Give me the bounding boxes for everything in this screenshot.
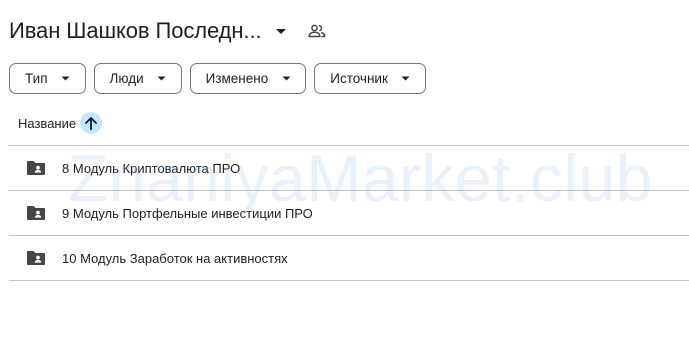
sort-button[interactable]	[80, 112, 103, 134]
list-item-label: 8 Модуль Криптовалюта ПРО	[62, 160, 241, 176]
chevron-down-icon	[401, 74, 411, 84]
shared-folder-icon	[26, 203, 46, 223]
list-item[interactable]: 10 Модуль Заработок на активностях	[9, 236, 689, 281]
chevron-down-icon	[281, 74, 291, 84]
filter-source-chip[interactable]: Источник	[314, 63, 426, 94]
filter-type-chip[interactable]: Тип	[9, 63, 86, 94]
column-title-name: Название	[18, 115, 77, 131]
shared-folder-icon	[26, 158, 46, 178]
filter-bar: Тип Люди Изменено Источник	[9, 63, 426, 94]
filter-source-label: Источник	[330, 71, 388, 86]
arrow-drop-down-icon[interactable]	[269, 19, 293, 43]
people-icon[interactable]	[305, 19, 329, 43]
filter-modified-label: Изменено	[205, 71, 269, 86]
list-item-label: 10 Модуль Заработок на активностях	[62, 250, 288, 266]
filter-modified-chip[interactable]: Изменено	[189, 63, 307, 94]
filter-people-chip[interactable]: Люди	[93, 63, 182, 94]
column-header-name[interactable]: Название	[9, 110, 103, 136]
arrow-upward-icon	[85, 116, 97, 130]
list-item[interactable]: 8 Модуль Криптовалюта ПРО	[9, 146, 689, 191]
list-item-label: 9 Модуль Портфельные инвестиции ПРО	[62, 205, 313, 221]
chevron-down-icon	[157, 74, 167, 84]
filter-people-label: Люди	[109, 71, 144, 86]
list-item[interactable]: 9 Модуль Портфельные инвестиции ПРО	[9, 191, 689, 236]
page-header: Иван Шашков Последн...	[9, 14, 329, 48]
shared-folder-icon	[26, 248, 46, 268]
filter-type-label: Тип	[25, 71, 48, 86]
chevron-down-icon	[61, 74, 71, 84]
page-title: Иван Шашков Последн...	[9, 18, 262, 43]
file-list: 8 Модуль Криптовалюта ПРО 9 Модуль Портф…	[9, 145, 689, 281]
